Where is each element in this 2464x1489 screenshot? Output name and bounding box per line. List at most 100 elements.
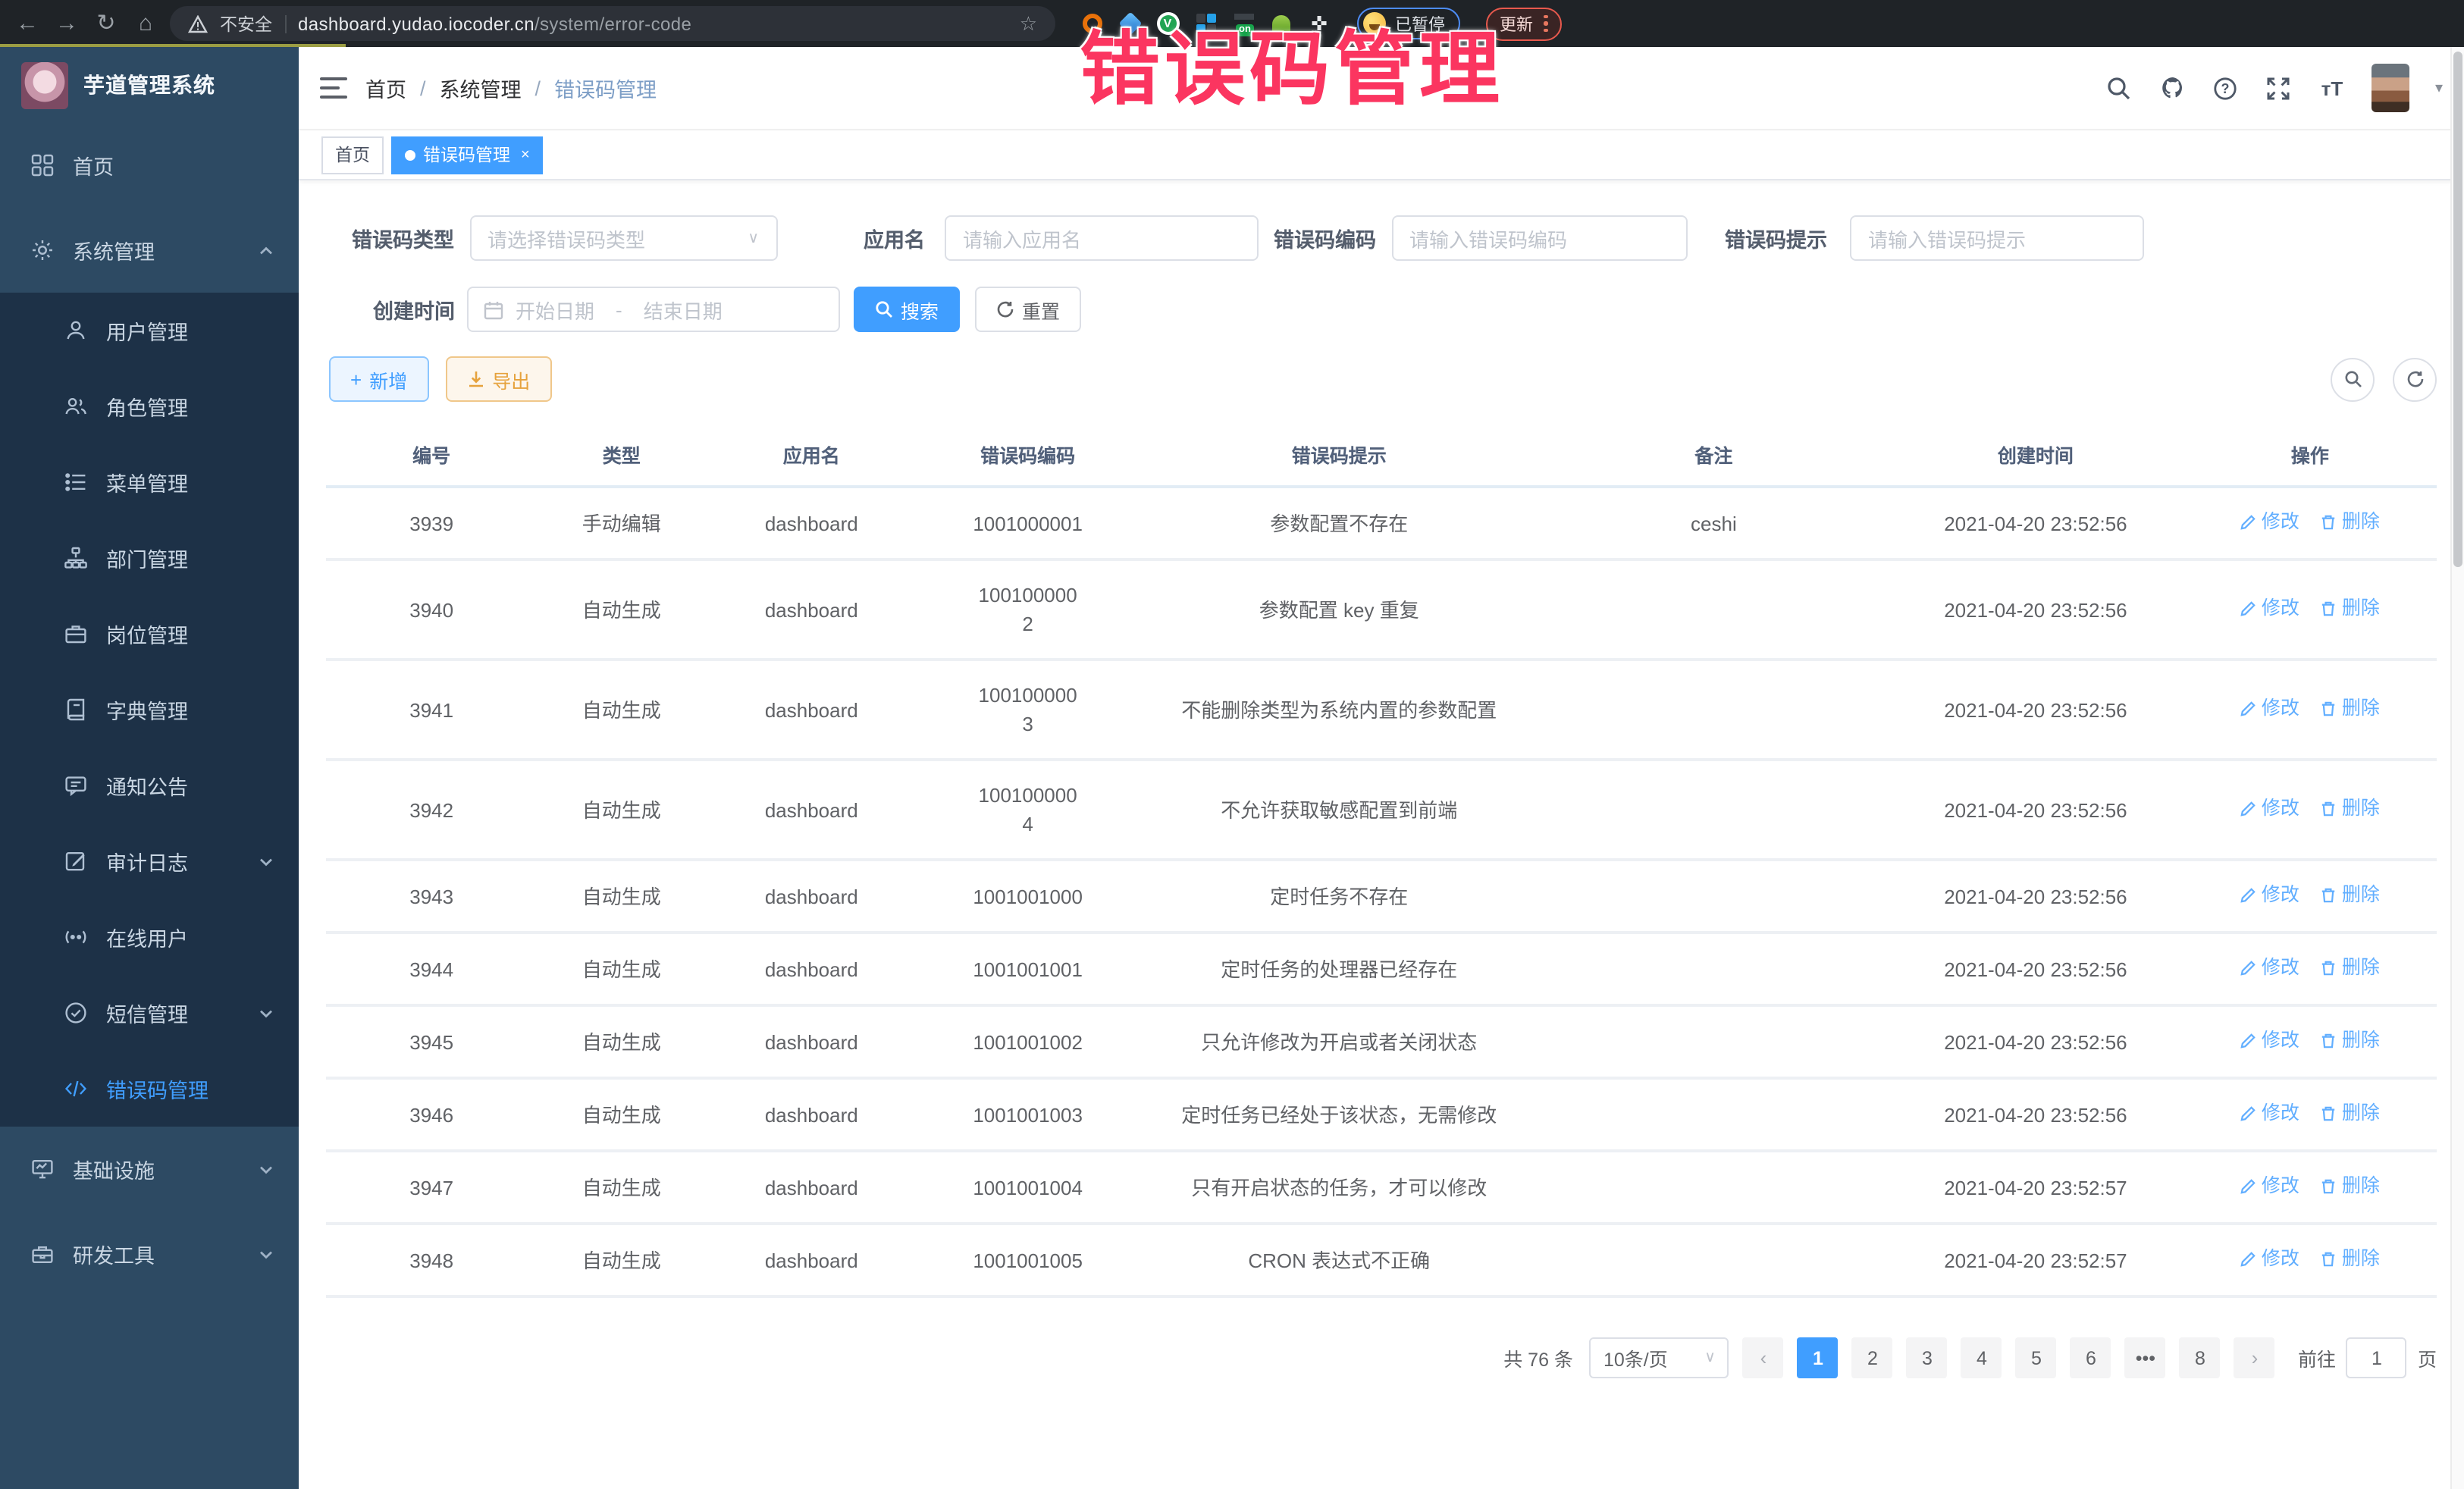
table-row: 3944自动生成dashboard1001001001定时任务的处理器已经存在2… [326,933,2437,1005]
font-size-icon[interactable]: тT [2318,74,2346,102]
help-icon[interactable]: ? [2212,74,2240,102]
page-button-•••[interactable]: ••• [2125,1337,2166,1378]
delete-link[interactable]: 删除 [2321,508,2380,537]
page-scrollbar[interactable] [2450,47,2464,1489]
breadcrumb-item[interactable]: 系统管理 [440,73,522,103]
sidebar-item-基础设施[interactable]: 基础设施 [0,1127,299,1212]
user-avatar[interactable] [2372,64,2409,112]
sidebar-item-系统管理[interactable]: 系统管理 [0,208,299,293]
prev-page-button[interactable]: ‹ [1743,1337,1784,1378]
goto-page-input[interactable]: 1 [2346,1337,2407,1378]
search-button[interactable]: 搜索 [854,287,960,332]
bookmark-star-icon[interactable]: ☆ [1020,11,1037,36]
sidebar-item-通知公告[interactable]: 通知公告 [0,748,299,823]
app-name-input[interactable]: 请输入应用名 [945,215,1259,261]
sidebar-item-短信管理[interactable]: 短信管理 [0,975,299,1051]
add-button[interactable]: + 新增 [329,356,428,402]
cell-app: dashboard [706,660,917,760]
sidebar-item-角色管理[interactable]: 角色管理 [0,368,299,444]
delete-link[interactable]: 删除 [2321,1172,2380,1201]
error-code-input[interactable]: 请输入错误码编码 [1391,215,1687,261]
cell-hint: CRON 表达式不正确 [1139,1224,1540,1296]
table-row: 3947自动生成dashboard1001001004只有开启状态的任务，才可以… [326,1151,2437,1224]
address-bar[interactable]: 不安全 dashboard.yudao.iocoder.cn/system/er… [170,6,1055,41]
tab-错误码管理[interactable]: 错误码管理× [391,136,544,174]
close-tab-icon[interactable]: × [521,146,530,163]
cell-actions: 修改删除 [2183,660,2437,760]
sidebar-item-在线用户[interactable]: 在线用户 [0,899,299,975]
page-button-6[interactable]: 6 [2071,1337,2111,1378]
edit-link[interactable]: 修改 [2240,881,2299,910]
online-user-icon [64,925,88,949]
edit-link[interactable]: 修改 [2240,508,2299,537]
next-page-button[interactable]: › [2234,1337,2275,1378]
delete-link[interactable]: 删除 [2321,954,2380,983]
sidebar-item-首页[interactable]: 首页 [0,123,299,208]
reset-button[interactable]: 重置 [975,287,1081,332]
error-hint-placeholder: 请输入错误码提示 [1868,224,2026,252]
delete-link[interactable]: 删除 [2321,1099,2380,1128]
user-menu-caret-icon[interactable]: ▾ [2435,80,2443,96]
fullscreen-icon[interactable] [2265,74,2293,102]
edit-link[interactable]: 修改 [2240,1245,2299,1274]
page-button-3[interactable]: 3 [1907,1337,1948,1378]
export-button[interactable]: 导出 [445,356,551,402]
sidebar-item-label: 菜单管理 [106,467,299,497]
delete-link[interactable]: 删除 [2321,594,2380,623]
browser-menu-icon[interactable] [1544,15,1547,33]
page-size-select[interactable]: 10条/页∨ [1590,1337,1729,1378]
back-icon[interactable]: ← [12,8,42,39]
cell-remark [1540,560,1888,660]
page-button-5[interactable]: 5 [2016,1337,2057,1378]
scrollbar-thumb[interactable] [2453,52,2462,567]
sidebar-item-研发工具[interactable]: 研发工具 [0,1212,299,1296]
sidebar-item-用户管理[interactable]: 用户管理 [0,293,299,368]
sms-icon [64,1001,88,1025]
sidebar-item-菜单管理[interactable]: 菜单管理 [0,444,299,520]
reload-icon[interactable]: ↻ [91,8,121,39]
edit-link[interactable]: 修改 [2240,954,2299,983]
sidebar-logo-row[interactable]: 芋道管理系统 [0,47,299,123]
breadcrumb-separator: / [420,77,426,99]
collapse-sidebar-icon[interactable] [320,77,347,99]
edit-link[interactable]: 修改 [2240,694,2299,723]
edit-link[interactable]: 修改 [2240,594,2299,623]
delete-link[interactable]: 删除 [2321,1027,2380,1055]
edit-link[interactable]: 修改 [2240,1027,2299,1055]
delete-link[interactable]: 删除 [2321,795,2380,823]
sidebar-item-错误码管理[interactable]: 错误码管理 [0,1051,299,1127]
delete-link[interactable]: 删除 [2321,881,2380,910]
error-type-select[interactable]: 请选择错误码类型 ∨ [469,215,777,261]
edit-link[interactable]: 修改 [2240,795,2299,823]
search-icon[interactable] [2106,74,2133,102]
cell-actions: 修改删除 [2183,1151,2437,1224]
error-hint-input[interactable]: 请输入错误码提示 [1850,215,2144,261]
delete-link[interactable]: 删除 [2321,694,2380,723]
sidebar-item-字典管理[interactable]: 字典管理 [0,672,299,748]
page-button-8[interactable]: 8 [2180,1337,2221,1378]
forward-icon[interactable]: → [52,8,82,39]
cell-remark [1540,660,1888,760]
edit-link[interactable]: 修改 [2240,1172,2299,1201]
page-button-2[interactable]: 2 [1852,1337,1893,1378]
tab-首页[interactable]: 首页 [321,136,384,174]
sidebar-item-岗位管理[interactable]: 岗位管理 [0,596,299,672]
refresh-icon[interactable] [2393,357,2437,401]
github-icon[interactable] [2159,74,2187,102]
hide-search-icon[interactable] [2331,357,2375,401]
page-button-1[interactable]: 1 [1798,1337,1839,1378]
sidebar-item-label: 通知公告 [106,770,299,801]
edit-link[interactable]: 修改 [2240,1099,2299,1128]
sidebar-item-审计日志[interactable]: 审计日志 [0,823,299,899]
chevron-up-icon [258,242,274,259]
cell-actions: 修改删除 [2183,860,2437,933]
cell-hint: 定时任务不存在 [1139,860,1540,933]
delete-link[interactable]: 删除 [2321,1245,2380,1274]
sidebar-item-部门管理[interactable]: 部门管理 [0,520,299,596]
cell-code: 1001001000 [917,860,1138,933]
home-icon[interactable]: ⌂ [130,8,161,39]
cell-code: 1001001001 [917,933,1138,1005]
date-range-picker[interactable]: 开始日期 - 结束日期 [467,287,840,332]
breadcrumb-item[interactable]: 首页 [365,73,406,103]
page-button-4[interactable]: 4 [1961,1337,2002,1378]
